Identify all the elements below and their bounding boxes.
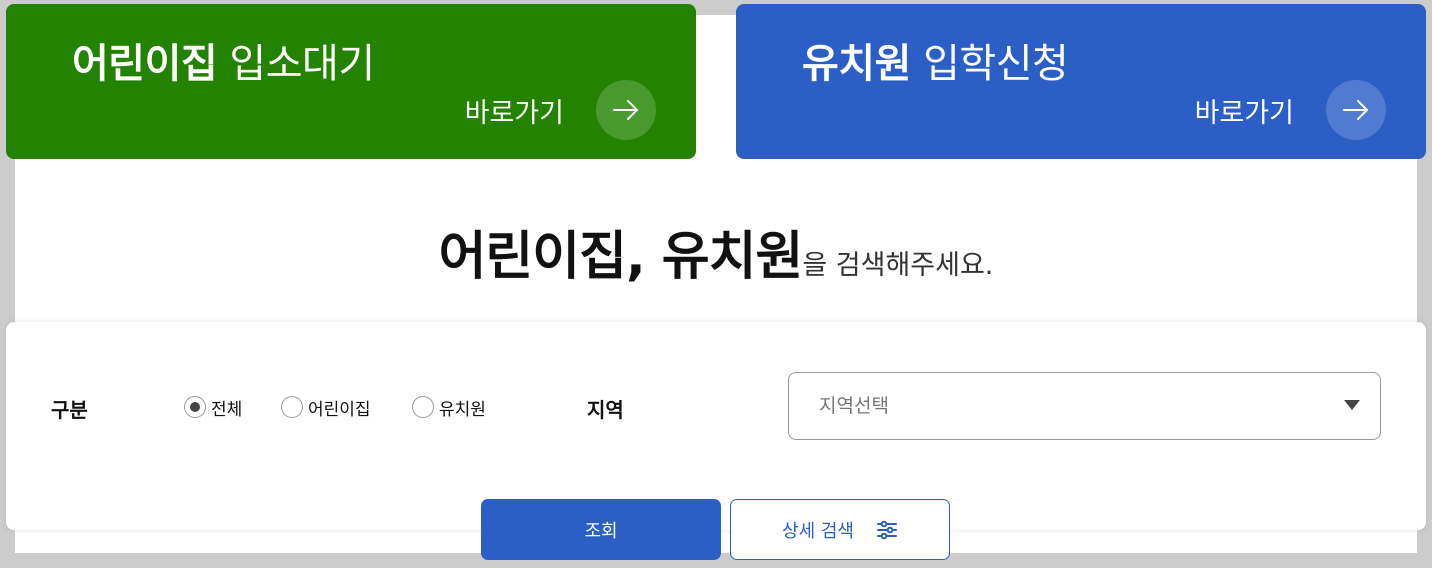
radio-kindergarten-dot[interactable] bbox=[412, 396, 434, 418]
radio-all-dot[interactable] bbox=[184, 396, 206, 418]
kinder-go-label: 바로가기 bbox=[1194, 97, 1294, 129]
region-select[interactable]: 지역선택 bbox=[788, 372, 1381, 440]
search-headline: 어린이집, 유치원을 검색해주세요. bbox=[0, 214, 1432, 289]
daycare-card-title-light: 입소대기 bbox=[217, 41, 375, 87]
detail-search-label: 상세 검색 bbox=[782, 520, 854, 542]
radio-kindergarten-label: 유치원 bbox=[439, 399, 486, 420]
category-label: 구분 bbox=[51, 398, 88, 422]
radio-daycare[interactable]: 어린이집 bbox=[281, 395, 371, 420]
daycare-go-label: 바로가기 bbox=[464, 97, 564, 129]
daycare-card-title: 어린이집 입소대기 bbox=[72, 38, 375, 90]
kindergarten-application-card[interactable]: 유치원 입학신청 바로가기 bbox=[736, 4, 1426, 159]
daycare-waitlist-card[interactable]: 어린이집 입소대기 바로가기 bbox=[6, 4, 696, 159]
kinder-card-title-light: 입학신청 bbox=[910, 41, 1069, 87]
headline-strong: 어린이집, 유치원 bbox=[438, 227, 804, 287]
detail-search-button[interactable]: 상세 검색 bbox=[730, 499, 950, 560]
sliders-icon bbox=[876, 520, 897, 539]
radio-all-label: 전체 bbox=[211, 399, 243, 420]
region-label: 지역 bbox=[587, 398, 624, 422]
arrow-right-icon[interactable] bbox=[1326, 80, 1386, 140]
caret-down-icon bbox=[1344, 400, 1360, 410]
headline-suffix: 을 검색해주세요. bbox=[802, 250, 994, 281]
radio-daycare-dot[interactable] bbox=[281, 396, 303, 418]
kinder-go-link[interactable]: 바로가기 bbox=[1195, 80, 1386, 140]
kinder-card-title: 유치원 입학신청 bbox=[802, 38, 1069, 90]
region-select-value: 지역선택 bbox=[819, 395, 889, 417]
arrow-right-icon[interactable] bbox=[596, 80, 656, 140]
kinder-card-title-strong: 유치원 bbox=[802, 41, 911, 87]
radio-daycare-label: 어린이집 bbox=[308, 399, 371, 420]
daycare-card-title-strong: 어린이집 bbox=[72, 41, 218, 87]
search-button[interactable]: 조회 bbox=[481, 499, 721, 560]
radio-all[interactable]: 전체 bbox=[184, 395, 243, 420]
search-button-label: 조회 bbox=[584, 520, 618, 542]
radio-kindergarten[interactable]: 유치원 bbox=[412, 395, 486, 420]
daycare-go-link[interactable]: 바로가기 bbox=[465, 80, 656, 140]
